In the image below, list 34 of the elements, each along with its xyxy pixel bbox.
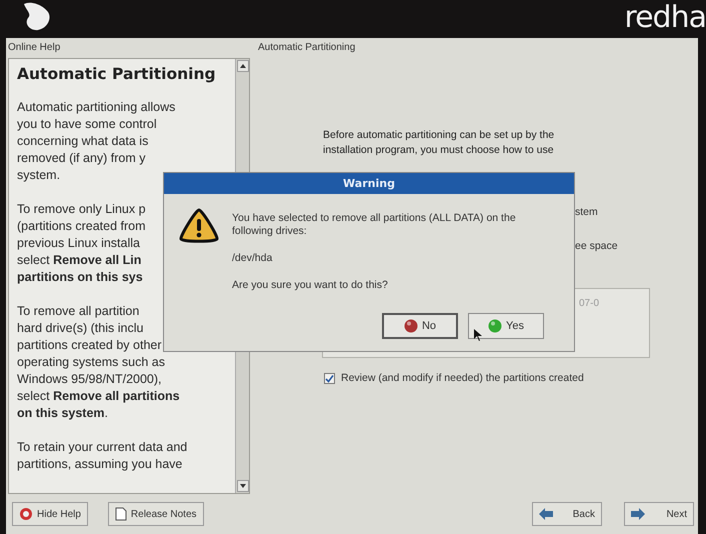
option-text: ee space xyxy=(575,240,619,252)
help-text-line: select Remove all Lin xyxy=(17,252,142,269)
help-text-line: To retain your current data and xyxy=(17,439,188,456)
intro-text-line: installation program, you must choose how to use xyxy=(323,143,555,158)
intro-text-line: Before automatic partitioning can be set up by the xyxy=(323,128,556,143)
drive-name: /dev/hda xyxy=(232,252,274,265)
drive-text: 07-0 xyxy=(579,298,600,309)
dialog-message: You have selected to remove all partitions (ALL DATA) on the xyxy=(232,212,516,225)
review-label: Review (and modify if needed) the partitions created xyxy=(341,372,584,384)
help-text-line: removed (if any) from y xyxy=(17,150,147,167)
logo-text: redha xyxy=(624,0,706,36)
help-text-line: Windows 95/98/NT/2000), xyxy=(17,371,163,388)
dialog-question: Are you sure you want to do this? xyxy=(232,279,389,292)
help-text-line: partitions created by other xyxy=(17,337,163,354)
help-text-line: on this system. xyxy=(17,405,110,422)
help-text-line: (partitions created from xyxy=(17,218,147,235)
help-text-line: To remove all partition xyxy=(17,303,140,320)
help-title: Automatic Partitioning xyxy=(17,65,217,83)
dialog-title: Warning xyxy=(164,173,574,194)
help-text-line: hard drive(s) (this inclu xyxy=(17,320,144,337)
help-text-line: Automatic partitioning allows xyxy=(17,99,176,116)
help-text-line: previous Linux installa xyxy=(17,235,141,252)
help-text-line: system. xyxy=(17,167,62,184)
help-text-line: select Remove all partitions xyxy=(17,388,181,405)
help-text-line: partitions, assuming you have xyxy=(17,456,184,473)
help-text-line: partitions on this sys xyxy=(17,269,144,286)
section-heading: Automatic Partitioning xyxy=(258,42,356,55)
panel-heading: Online Help xyxy=(8,42,62,55)
help-text-line: operating systems such as xyxy=(17,354,166,371)
help-text-line: concerning what data is xyxy=(17,133,150,150)
help-text-line: you to have some control xyxy=(17,116,158,133)
dialog-message: following drives: xyxy=(232,225,308,238)
option-text: stem xyxy=(575,206,599,218)
help-text-line: To remove only Linux p xyxy=(17,201,147,218)
